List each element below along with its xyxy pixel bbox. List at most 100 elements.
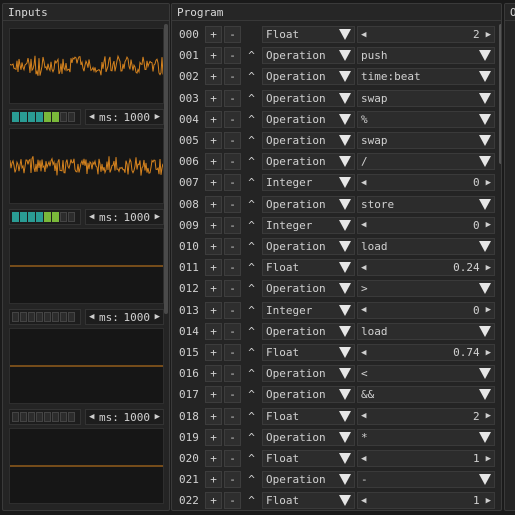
increment-arrow-icon[interactable]: ▶ [486, 30, 491, 40]
remove-row-button[interactable]: - [224, 386, 241, 404]
add-row-button[interactable]: + [205, 238, 222, 255]
dropdown-arrow-icon[interactable] [339, 495, 351, 507]
add-row-button[interactable]: + [205, 492, 222, 510]
add-row-button[interactable]: + [205, 322, 222, 340]
decrement-arrow-icon[interactable]: ◀ [89, 412, 94, 422]
increment-arrow-icon[interactable]: ▶ [486, 454, 491, 464]
move-up-button[interactable]: ^ [243, 365, 260, 382]
move-up-button[interactable]: ^ [243, 132, 260, 149]
increment-arrow-icon[interactable]: ▶ [486, 263, 491, 273]
value-stepper[interactable]: ◀ 1 ▶ [357, 450, 495, 467]
add-row-button[interactable]: + [205, 407, 222, 425]
dropdown-arrow-icon[interactable] [339, 198, 351, 210]
remove-row-button[interactable]: - [224, 153, 241, 171]
dropdown-arrow-icon[interactable] [339, 410, 351, 422]
add-row-button[interactable]: + [205, 386, 222, 404]
dropdown-arrow-icon[interactable] [339, 347, 351, 358]
remove-row-button[interactable]: - [224, 110, 241, 128]
value-stepper[interactable]: ◀ 0 ▶ [357, 301, 495, 319]
add-row-button[interactable]: + [205, 301, 222, 319]
add-row-button[interactable]: + [205, 450, 222, 467]
move-up-button[interactable]: ^ [243, 196, 260, 213]
operation-select[interactable]: * [357, 428, 495, 446]
ms-stepper[interactable]: ◀ ms: 1000 ▶ [85, 309, 164, 325]
dropdown-arrow-icon[interactable] [479, 325, 491, 337]
dropdown-arrow-icon[interactable] [339, 389, 351, 401]
dropdown-arrow-icon[interactable] [339, 453, 351, 464]
remove-row-button[interactable]: - [224, 365, 241, 383]
add-row-button[interactable]: + [205, 428, 222, 446]
type-select[interactable]: Float [262, 450, 355, 467]
type-select[interactable]: Operation [262, 89, 355, 107]
operation-select[interactable]: swap [357, 89, 495, 107]
move-up-button[interactable]: ^ [243, 217, 260, 234]
type-select[interactable]: Float [262, 26, 355, 43]
type-select[interactable]: Integer [262, 174, 355, 192]
operation-select[interactable]: / [357, 153, 495, 171]
move-up-button[interactable]: ^ [243, 68, 260, 85]
value-stepper[interactable]: ◀ 0 ▶ [357, 216, 495, 234]
increment-arrow-icon[interactable]: ▶ [155, 212, 160, 222]
move-up-button[interactable]: ^ [243, 90, 260, 107]
dropdown-arrow-icon[interactable] [339, 474, 351, 486]
value-stepper[interactable]: ◀ 0.24 ▶ [357, 259, 495, 277]
move-up-button[interactable]: ^ [243, 429, 260, 446]
decrement-arrow-icon[interactable]: ◀ [89, 212, 94, 222]
add-row-button[interactable]: + [205, 216, 222, 234]
operation-select[interactable]: && [357, 386, 495, 404]
remove-row-button[interactable]: - [224, 280, 241, 298]
type-select[interactable]: Operation [262, 47, 355, 65]
add-row-button[interactable]: + [205, 26, 222, 43]
remove-row-button[interactable]: - [224, 301, 241, 319]
dropdown-arrow-icon[interactable] [339, 325, 351, 337]
move-up-button[interactable]: ^ [243, 344, 260, 361]
increment-arrow-icon[interactable]: ▶ [486, 496, 491, 506]
add-row-button[interactable]: + [205, 344, 222, 361]
increment-arrow-icon[interactable]: ▶ [155, 112, 160, 122]
dropdown-arrow-icon[interactable] [479, 92, 491, 104]
move-up-button[interactable]: ^ [243, 408, 260, 425]
value-stepper[interactable]: ◀ 1 ▶ [357, 492, 495, 510]
value-number[interactable]: 0 [366, 219, 485, 232]
increment-arrow-icon[interactable]: ▶ [486, 220, 491, 230]
operation-select[interactable]: < [357, 365, 495, 383]
remove-row-button[interactable]: - [224, 407, 241, 425]
increment-arrow-icon[interactable]: ▶ [155, 412, 160, 422]
increment-arrow-icon[interactable]: ▶ [486, 178, 491, 188]
add-row-button[interactable]: + [205, 68, 222, 86]
operation-select[interactable]: push [357, 47, 495, 65]
add-row-button[interactable]: + [205, 259, 222, 277]
dropdown-arrow-icon[interactable] [479, 431, 491, 443]
move-up-button[interactable]: ^ [243, 153, 260, 170]
add-row-button[interactable]: + [205, 110, 222, 128]
type-select[interactable]: Operation [262, 238, 355, 255]
dropdown-arrow-icon[interactable] [479, 283, 491, 295]
remove-row-button[interactable]: - [224, 344, 241, 361]
operation-select[interactable]: store [357, 195, 495, 213]
dropdown-arrow-icon[interactable] [339, 304, 351, 316]
increment-arrow-icon[interactable]: ▶ [486, 348, 491, 358]
dropdown-arrow-icon[interactable] [339, 135, 351, 146]
decrement-arrow-icon[interactable]: ◀ [89, 112, 94, 122]
dropdown-arrow-icon[interactable] [479, 135, 491, 146]
dropdown-arrow-icon[interactable] [479, 198, 491, 210]
dropdown-arrow-icon[interactable] [339, 92, 351, 104]
remove-row-button[interactable]: - [224, 26, 241, 43]
remove-row-button[interactable]: - [224, 492, 241, 510]
dropdown-arrow-icon[interactable] [339, 71, 351, 83]
remove-row-button[interactable]: - [224, 195, 241, 213]
type-select[interactable]: Operation [262, 110, 355, 128]
type-select[interactable]: Operation [262, 280, 355, 298]
dropdown-arrow-icon[interactable] [339, 283, 351, 295]
add-row-button[interactable]: + [205, 471, 222, 489]
dropdown-arrow-icon[interactable] [339, 177, 351, 189]
value-number[interactable]: 0.74 [366, 346, 485, 359]
operation-select[interactable]: > [357, 280, 495, 298]
value-stepper[interactable]: ◀ 0.74 ▶ [357, 344, 495, 361]
type-select[interactable]: Float [262, 407, 355, 425]
operation-select[interactable]: % [357, 110, 495, 128]
dropdown-arrow-icon[interactable] [479, 368, 491, 380]
type-select[interactable]: Operation [262, 195, 355, 213]
increment-arrow-icon[interactable]: ▶ [486, 305, 491, 315]
move-up-button[interactable]: ^ [243, 111, 260, 128]
